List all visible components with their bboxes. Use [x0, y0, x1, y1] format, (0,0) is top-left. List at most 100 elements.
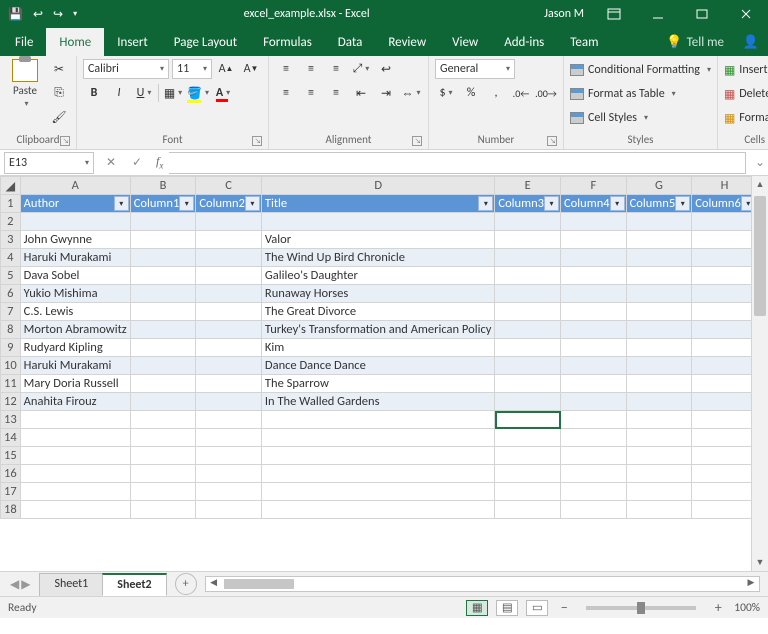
cell-A7[interactable]: C.S. Lewis	[20, 303, 130, 321]
table-header-column5[interactable]: Column5▾	[626, 195, 692, 213]
cell-H15[interactable]	[692, 447, 751, 465]
decrease-indent-icon[interactable]: ⇤	[350, 83, 372, 103]
tab-insert[interactable]: Insert	[104, 28, 161, 56]
cell-A4[interactable]: Haruki Murakami	[20, 249, 130, 267]
cell-B9[interactable]	[130, 339, 196, 357]
cell-A10[interactable]: Haruki Murakami	[20, 357, 130, 375]
minimize-icon[interactable]	[636, 0, 680, 28]
align-right-icon[interactable]: ≡	[325, 83, 347, 103]
cell-B13[interactable]	[130, 411, 196, 429]
cell-A13[interactable]	[20, 411, 130, 429]
cell-G14[interactable]	[626, 429, 692, 447]
number-format-combo[interactable]: General▾	[435, 59, 515, 79]
user-name[interactable]: Jason M	[536, 7, 592, 21]
copy-icon[interactable]: ⎘	[48, 83, 70, 103]
row-header-15[interactable]: 15	[1, 447, 21, 465]
filter-icon[interactable]: ▾	[610, 196, 625, 211]
filter-icon[interactable]: ▾	[114, 196, 129, 211]
col-header-D[interactable]: D	[261, 177, 495, 195]
cell-F4[interactable]	[561, 249, 627, 267]
cell-H9[interactable]	[692, 339, 751, 357]
cell-styles-button[interactable]: Cell Styles	[570, 107, 648, 129]
undo-icon[interactable]: ↩	[33, 7, 43, 22]
cell-D12[interactable]: In The Walled Gardens	[261, 393, 495, 411]
row-header-17[interactable]: 17	[1, 483, 21, 501]
table-header-author[interactable]: Author▾	[20, 195, 130, 213]
cell-H3[interactable]	[692, 231, 751, 249]
view-normal-icon[interactable]: ▦	[466, 600, 488, 616]
row-header-7[interactable]: 7	[1, 303, 21, 321]
clipboard-launcher-icon[interactable]: ↘	[60, 136, 70, 146]
cut-icon[interactable]: ✂	[48, 59, 70, 79]
cell-F13[interactable]	[561, 411, 627, 429]
table-header-column2[interactable]: Column2▾	[196, 195, 262, 213]
increase-decimal-icon[interactable]: .0←	[510, 83, 532, 103]
col-header-B[interactable]: B	[130, 177, 196, 195]
cell-D16[interactable]	[261, 465, 495, 483]
filter-icon[interactable]: ▾	[245, 196, 260, 211]
col-header-C[interactable]: C	[196, 177, 262, 195]
cell-E14[interactable]	[495, 429, 561, 447]
zoom-slider[interactable]	[586, 606, 696, 610]
row-header-5[interactable]: 5	[1, 267, 21, 285]
cell-D7[interactable]: The Great Divorce	[261, 303, 495, 321]
cell-C5[interactable]	[196, 267, 262, 285]
cancel-formula-icon[interactable]: ✕	[98, 155, 124, 170]
cell-D14[interactable]	[261, 429, 495, 447]
cell-G10[interactable]	[626, 357, 692, 375]
row-header-10[interactable]: 10	[1, 357, 21, 375]
row-header-13[interactable]: 13	[1, 411, 21, 429]
orientation-icon[interactable]: ⤢	[350, 59, 372, 79]
close-icon[interactable]	[724, 0, 768, 28]
row-header-1[interactable]: 1	[1, 195, 21, 213]
cell-E10[interactable]	[495, 357, 561, 375]
cell-A18[interactable]	[20, 501, 130, 519]
cell-E3[interactable]	[495, 231, 561, 249]
cell-D17[interactable]	[261, 483, 495, 501]
save-icon[interactable]: 💾	[8, 7, 23, 22]
tab-formulas[interactable]: Formulas	[250, 28, 325, 56]
cell-B10[interactable]	[130, 357, 196, 375]
cell-H17[interactable]	[692, 483, 751, 501]
filter-icon[interactable]: ▾	[741, 196, 751, 211]
cell-G7[interactable]	[626, 303, 692, 321]
share-icon[interactable]: 👤	[734, 28, 768, 56]
cell-C13[interactable]	[196, 411, 262, 429]
cell-C11[interactable]	[196, 375, 262, 393]
cell-A6[interactable]: Yukio Mishima	[20, 285, 130, 303]
cell-H7[interactable]	[692, 303, 751, 321]
cell-F5[interactable]	[561, 267, 627, 285]
number-launcher-icon[interactable]: ↘	[547, 136, 557, 146]
row-header-3[interactable]: 3	[1, 231, 21, 249]
cell-D5[interactable]: Galileo's Daughter	[261, 267, 495, 285]
filter-icon[interactable]: ▾	[478, 196, 493, 211]
cell-F18[interactable]	[561, 501, 627, 519]
cell-D10[interactable]: Dance Dance Dance	[261, 357, 495, 375]
cell-A11[interactable]: Mary Doria Russell	[20, 375, 130, 393]
borders-icon[interactable]: ▦	[162, 83, 184, 103]
cell-H10[interactable]	[692, 357, 751, 375]
cell-A8[interactable]: Morton Abramowitz	[20, 321, 130, 339]
cell-G13[interactable]	[626, 411, 692, 429]
cell-F7[interactable]	[561, 303, 627, 321]
cell-G8[interactable]	[626, 321, 692, 339]
row-header-2[interactable]: 2	[1, 213, 21, 231]
col-header-F[interactable]: F	[561, 177, 627, 195]
cell-G12[interactable]	[626, 393, 692, 411]
cell-A16[interactable]	[20, 465, 130, 483]
worksheet-grid[interactable]: ◢ABCDEFGHIJ1Author▾Column1▾Column2▾Title…	[0, 176, 751, 519]
row-header-9[interactable]: 9	[1, 339, 21, 357]
cell-H11[interactable]	[692, 375, 751, 393]
row-header-4[interactable]: 4	[1, 249, 21, 267]
cell-E12[interactable]	[495, 393, 561, 411]
cell-E6[interactable]	[495, 285, 561, 303]
align-left-icon[interactable]: ≡	[275, 83, 297, 103]
cell-B7[interactable]	[130, 303, 196, 321]
horizontal-scrollbar[interactable]: ◀ ▶	[205, 576, 760, 592]
merge-center-icon[interactable]: ⇔	[400, 83, 422, 103]
tab-nav-prev-icon[interactable]: ◀	[10, 577, 19, 592]
cell-D3[interactable]: Valor	[261, 231, 495, 249]
cell-G17[interactable]	[626, 483, 692, 501]
cell-B5[interactable]	[130, 267, 196, 285]
view-page-layout-icon[interactable]: ▤	[496, 600, 518, 616]
